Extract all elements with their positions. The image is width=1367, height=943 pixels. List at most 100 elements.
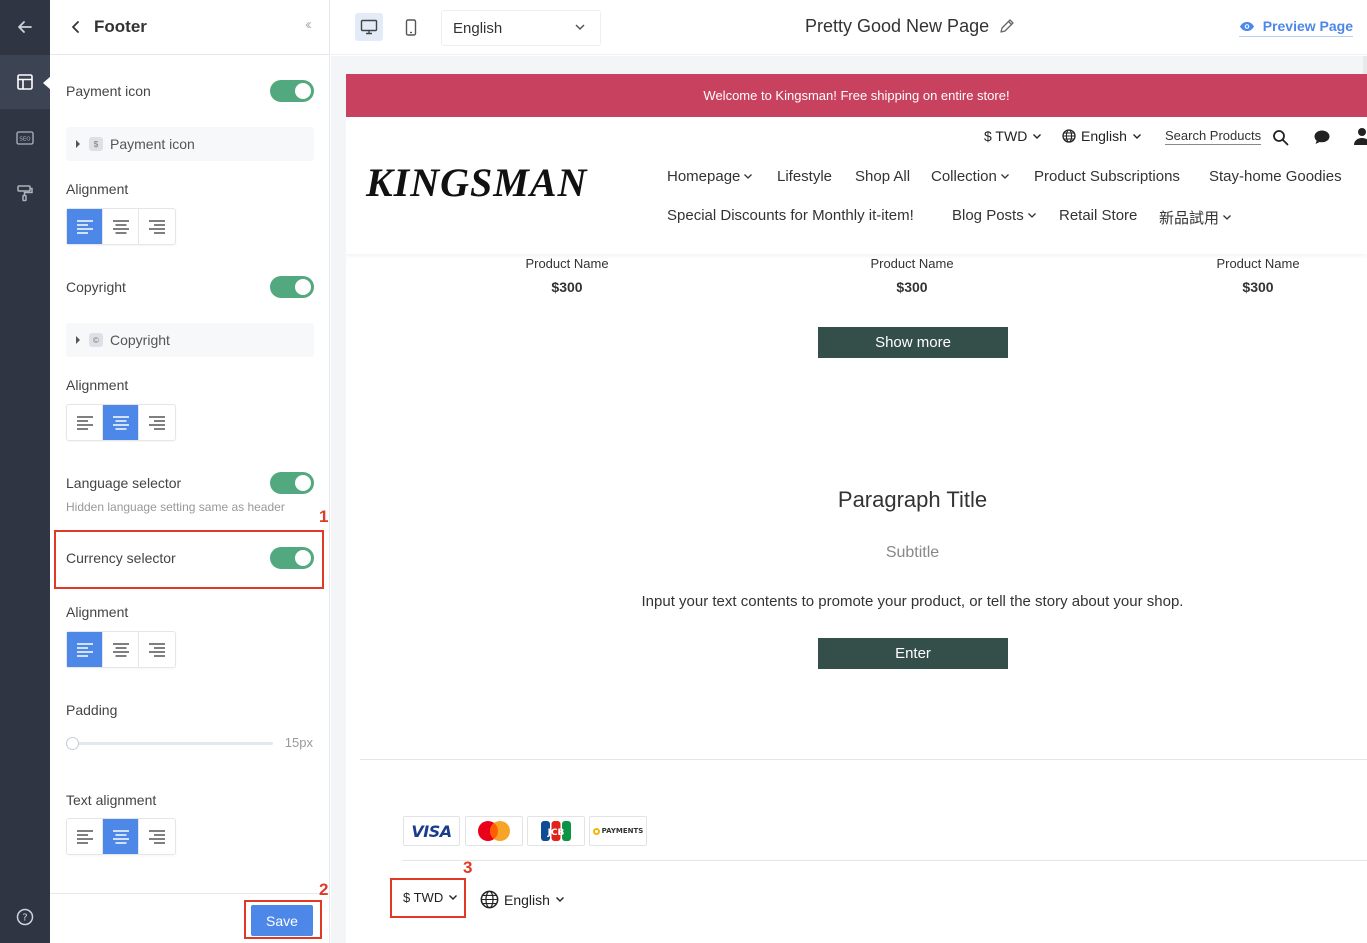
nav-new-trial[interactable]: 新品試用 bbox=[1159, 207, 1232, 228]
product-name: Product Name bbox=[525, 256, 609, 271]
visa-text: VISA bbox=[411, 821, 452, 841]
align-right-button[interactable] bbox=[139, 209, 175, 244]
language-selector-toggle[interactable] bbox=[270, 472, 314, 494]
padding-slider-track[interactable] bbox=[70, 742, 273, 745]
align-center-button[interactable] bbox=[103, 632, 139, 667]
chevron-down-icon bbox=[744, 174, 753, 179]
collapse-panel-icon[interactable]: ‹‹ bbox=[305, 16, 312, 33]
pencil-icon[interactable] bbox=[998, 18, 1015, 35]
chevron-down-icon bbox=[1000, 174, 1009, 179]
nav-lifestyle[interactable]: Lifestyle bbox=[777, 168, 832, 185]
chevron-down-icon bbox=[1027, 213, 1036, 218]
align-left-button[interactable] bbox=[67, 819, 103, 854]
payment-icon-toggle[interactable] bbox=[270, 80, 314, 102]
help-icon[interactable]: ? bbox=[0, 890, 50, 943]
padding-slider-handle[interactable] bbox=[66, 737, 79, 750]
header-currency-value: $ TWD bbox=[984, 128, 1028, 144]
payment-icon-label: Payment icon bbox=[66, 83, 151, 99]
paragraph-title: Paragraph Title bbox=[837, 487, 988, 512]
layout-icon[interactable] bbox=[0, 55, 51, 109]
product-card[interactable]: Product Name $300 bbox=[1158, 256, 1358, 295]
align-left-button[interactable] bbox=[67, 209, 103, 244]
preview-page-link[interactable]: Preview Page bbox=[1238, 18, 1353, 37]
product-price: $300 bbox=[551, 279, 583, 295]
search-input[interactable]: Search Products bbox=[1165, 128, 1262, 145]
language-selector-hint: Hidden language setting same as header bbox=[66, 500, 285, 514]
search-icon[interactable] bbox=[1272, 129, 1289, 146]
align-right-button[interactable] bbox=[139, 632, 175, 667]
product-card[interactable]: Product Name $300 bbox=[812, 256, 1012, 295]
annotation-marker-3: 3 bbox=[463, 858, 473, 877]
align-left-button[interactable] bbox=[67, 632, 103, 667]
language-dropdown[interactable]: English bbox=[441, 10, 601, 46]
copyright-subitem[interactable]: © Copyright bbox=[66, 323, 314, 357]
padding-value: 15px bbox=[284, 735, 313, 750]
currency-alignment-group bbox=[66, 631, 176, 668]
globe-icon bbox=[1062, 129, 1076, 143]
desktop-view-icon[interactable] bbox=[355, 13, 383, 41]
top-toolbar: English Pretty Good New Page Preview Pag… bbox=[331, 0, 1367, 55]
language-selector-label: Language selector bbox=[66, 475, 182, 491]
nav-stay-home-goodies[interactable]: Stay-home Goodies bbox=[1209, 168, 1342, 185]
annotation-box-save bbox=[244, 900, 322, 939]
alignment-label: Alignment bbox=[66, 604, 129, 620]
align-center-button[interactable] bbox=[103, 819, 139, 854]
announcement-bar: Welcome to Kingsman! Free shipping on en… bbox=[346, 74, 1367, 117]
chevron-down-icon bbox=[1223, 215, 1231, 220]
paint-roller-icon[interactable] bbox=[0, 166, 50, 220]
payment-alignment-group bbox=[66, 208, 176, 245]
left-rail: SEO ? bbox=[0, 0, 51, 943]
paragraph-body: Input your text contents to promote your… bbox=[641, 593, 1184, 610]
show-more-button[interactable]: Show more bbox=[818, 327, 1008, 358]
nav-special-discounts[interactable]: Special Discounts for Monthly it-item! bbox=[667, 207, 914, 224]
align-right-button[interactable] bbox=[139, 405, 175, 440]
chevron-left-icon[interactable] bbox=[66, 17, 86, 37]
svg-text:JCB: JCB bbox=[547, 828, 565, 838]
chevron-down-icon bbox=[1132, 133, 1141, 139]
user-icon[interactable] bbox=[1354, 127, 1367, 145]
back-arrow-icon[interactable] bbox=[0, 0, 50, 54]
header-language-value: English bbox=[1081, 128, 1127, 144]
chat-icon[interactable] bbox=[1313, 129, 1331, 146]
footer-language-selector[interactable]: English bbox=[480, 890, 565, 909]
nav-retail-store[interactable]: Retail Store bbox=[1059, 207, 1137, 224]
payments-icon: PAYMENTS bbox=[589, 816, 647, 846]
chevron-down-icon bbox=[575, 24, 585, 31]
header-language-selector[interactable]: English bbox=[1062, 128, 1142, 144]
nav-collection[interactable]: Collection bbox=[931, 168, 1010, 185]
align-center-button[interactable] bbox=[103, 209, 139, 244]
language-dropdown-value: English bbox=[453, 19, 503, 37]
payment-icon-subitem[interactable]: $ Payment icon bbox=[66, 127, 314, 161]
chevron-down-icon bbox=[555, 897, 564, 902]
alignment-label: Alignment bbox=[66, 377, 129, 393]
product-card[interactable]: Product Name $300 bbox=[467, 256, 667, 295]
copyright-alignment-group bbox=[66, 404, 176, 441]
annotation-marker-1: 1 bbox=[319, 507, 329, 526]
nav-product-subscriptions[interactable]: Product Subscriptions bbox=[1034, 168, 1180, 185]
mobile-view-icon[interactable] bbox=[397, 13, 425, 41]
enter-button[interactable]: Enter bbox=[818, 638, 1008, 669]
seo-icon[interactable]: SEO bbox=[0, 111, 50, 165]
padding-label: Padding bbox=[66, 702, 118, 718]
header-currency-selector[interactable]: $ TWD bbox=[984, 128, 1042, 144]
footer-language-value: English bbox=[504, 891, 550, 908]
align-right-button[interactable] bbox=[139, 819, 175, 854]
footer-divider bbox=[360, 759, 1367, 760]
text-alignment-label: Text alignment bbox=[66, 792, 157, 808]
nav-homepage[interactable]: Homepage bbox=[667, 168, 753, 185]
store-logo[interactable]: KINGSMAN bbox=[366, 159, 587, 206]
align-center-button[interactable] bbox=[103, 405, 139, 440]
align-left-button[interactable] bbox=[67, 405, 103, 440]
copyright-subitem-label: Copyright bbox=[110, 332, 170, 348]
payment-icon-subitem-label: Payment icon bbox=[110, 136, 195, 152]
copyright-icon: © bbox=[89, 333, 103, 347]
svg-text:SEO: SEO bbox=[19, 137, 31, 143]
copyright-toggle[interactable] bbox=[270, 276, 314, 298]
nav-shop-all[interactable]: Shop All bbox=[855, 168, 910, 185]
product-price: $300 bbox=[1242, 279, 1274, 295]
page-title: Pretty Good New Page bbox=[805, 16, 1015, 37]
annotation-marker-2: 2 bbox=[319, 880, 329, 899]
eye-icon bbox=[1239, 21, 1254, 31]
jcb-icon: JCB bbox=[527, 816, 585, 846]
nav-blog-posts[interactable]: Blog Posts bbox=[952, 207, 1037, 224]
